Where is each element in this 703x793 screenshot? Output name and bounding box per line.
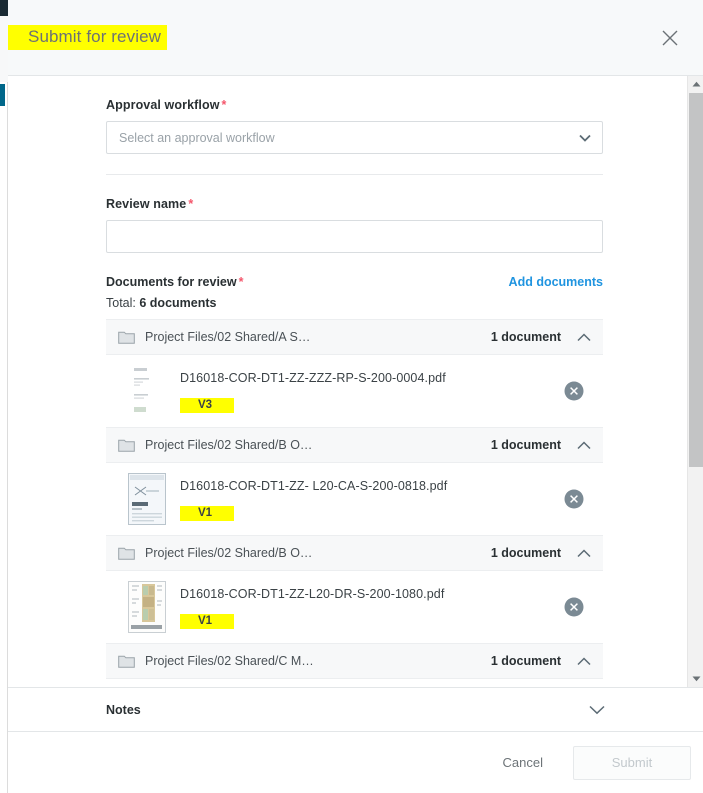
required-asterisk: *: [221, 98, 227, 112]
file-meta: D16018-COR-DT1-ZZ-L20-DR-S-200-1080.pdf …: [180, 585, 563, 629]
drawing-document-thumbnail: [128, 581, 166, 633]
app-left-rail: [0, 0, 8, 793]
vertical-scrollbar[interactable]: [687, 76, 703, 687]
folder-icon: [118, 546, 135, 560]
folder-path: Project Files/02 Shared/B O…: [145, 546, 313, 560]
file-version-badge: V1: [180, 614, 235, 629]
documents-for-review-section: Documents for review * Add documents Tota…: [106, 273, 603, 679]
documents-label-text: Documents for review: [106, 275, 237, 289]
notes-label: Notes: [106, 702, 141, 717]
active-nav-accent: [0, 84, 5, 106]
add-documents-link[interactable]: Add documents: [509, 275, 603, 289]
required-asterisk: *: [238, 275, 244, 289]
folder-group-header[interactable]: Project Files/02 Shared/C M… 1 document: [106, 643, 603, 679]
dialog-title: Submit for review: [22, 25, 168, 50]
required-asterisk: *: [188, 197, 194, 211]
chart-document-thumbnail: [128, 473, 166, 525]
approval-workflow-label-text: Approval workflow: [106, 98, 220, 112]
folder-icon: [118, 654, 135, 668]
chevron-down-icon: [579, 131, 591, 145]
file-version-badge: V1: [180, 506, 235, 521]
folder-document-count: 1 document: [490, 330, 561, 344]
modal-dialog: Submit for review Approval workflow * Sel…: [8, 0, 703, 793]
review-name-input[interactable]: [106, 220, 603, 253]
notes-section-toggle[interactable]: Notes: [8, 687, 703, 731]
dialog-footer: Cancel Submit: [8, 731, 703, 793]
review-name-label: Review name *: [106, 197, 603, 211]
text-document-thumbnail: [128, 365, 166, 417]
folder-document-count: 1 document: [490, 654, 561, 668]
file-version-wrap: V1: [180, 503, 563, 521]
file-name: D16018-COR-DT1-ZZ- L20-CA-S-200-0818.pdf: [180, 479, 448, 493]
dialog-scroll-area: Approval workflow * Select an approval wo…: [8, 76, 687, 687]
file-row: D16018-COR-DT1-ZZ-ZZZ-RP-S-200-0004.pdf …: [106, 355, 603, 427]
folder-path: Project Files/02 Shared/C M…: [145, 654, 314, 668]
approval-workflow-placeholder: Select an approval workflow: [119, 130, 275, 145]
folder-group-header[interactable]: Project Files/02 Shared/B O… 1 document: [106, 427, 603, 463]
folder-icon: [118, 330, 135, 344]
folder-path: Project Files/02 Shared/A S…: [145, 330, 311, 344]
chevron-up-icon[interactable]: [577, 656, 591, 666]
folder-group-header[interactable]: Project Files/02 Shared/A S… 1 document: [106, 319, 603, 355]
folder-document-count: 1 document: [490, 546, 561, 560]
scroll-down-arrow-icon[interactable]: [688, 671, 703, 687]
documents-total-value: 6 documents: [139, 296, 217, 310]
approval-workflow-field: Approval workflow * Select an approval wo…: [106, 76, 603, 174]
folder-group-header[interactable]: Project Files/02 Shared/B O… 1 document: [106, 535, 603, 571]
file-meta: D16018-COR-DT1-ZZ- L20-CA-S-200-0818.pdf…: [180, 477, 563, 521]
documents-total: Total: 6 documents: [106, 296, 603, 310]
scroll-up-arrow-icon[interactable]: [688, 76, 703, 92]
folder-path: Project Files/02 Shared/B O…: [145, 438, 313, 452]
file-name: D16018-COR-DT1-ZZ-L20-DR-S-200-1080.pdf: [180, 587, 445, 601]
remove-circle-icon[interactable]: [563, 488, 585, 510]
file-row: D16018-COR-DT1-ZZ-L20-DR-S-200-1080.pdf …: [106, 571, 603, 643]
scrollbar-thumb[interactable]: [689, 93, 703, 467]
remove-circle-icon[interactable]: [563, 596, 585, 618]
chevron-up-icon[interactable]: [577, 440, 591, 450]
dialog-body: Approval workflow * Select an approval wo…: [8, 76, 703, 687]
chevron-up-icon[interactable]: [577, 548, 591, 558]
approval-workflow-label: Approval workflow *: [106, 98, 603, 112]
documents-label: Documents for review *: [106, 275, 243, 289]
chevron-down-icon[interactable]: [589, 705, 605, 715]
chevron-up-icon[interactable]: [577, 332, 591, 342]
file-name: D16018-COR-DT1-ZZ-ZZZ-RP-S-200-0004.pdf: [180, 371, 446, 385]
submit-for-review-dialog-screen: Submit for review Approval workflow * Sel…: [0, 0, 703, 793]
file-version-badge: V3: [180, 398, 235, 413]
cancel-button[interactable]: Cancel: [487, 747, 559, 778]
submit-button[interactable]: Submit: [573, 745, 691, 780]
documents-header: Documents for review * Add documents: [106, 275, 603, 289]
app-toolbar-sliver: [0, 16, 8, 82]
remove-circle-icon[interactable]: [563, 380, 585, 402]
folder-document-count: 1 document: [490, 438, 561, 452]
app-top-bar-sliver: [0, 0, 8, 16]
folder-icon: [118, 438, 135, 452]
review-name-field: Review name *: [106, 174, 603, 273]
documents-total-prefix: Total:: [106, 296, 136, 310]
file-meta: D16018-COR-DT1-ZZ-ZZZ-RP-S-200-0004.pdf …: [180, 369, 563, 413]
approval-workflow-select[interactable]: Select an approval workflow: [106, 121, 603, 154]
close-icon[interactable]: [655, 23, 685, 53]
file-row: D16018-COR-DT1-ZZ- L20-CA-S-200-0818.pdf…: [106, 463, 603, 535]
dialog-header: Submit for review: [8, 0, 703, 76]
file-version-wrap: V1: [180, 611, 563, 629]
file-version-wrap: V3: [180, 395, 563, 413]
review-name-label-text: Review name: [106, 197, 187, 211]
